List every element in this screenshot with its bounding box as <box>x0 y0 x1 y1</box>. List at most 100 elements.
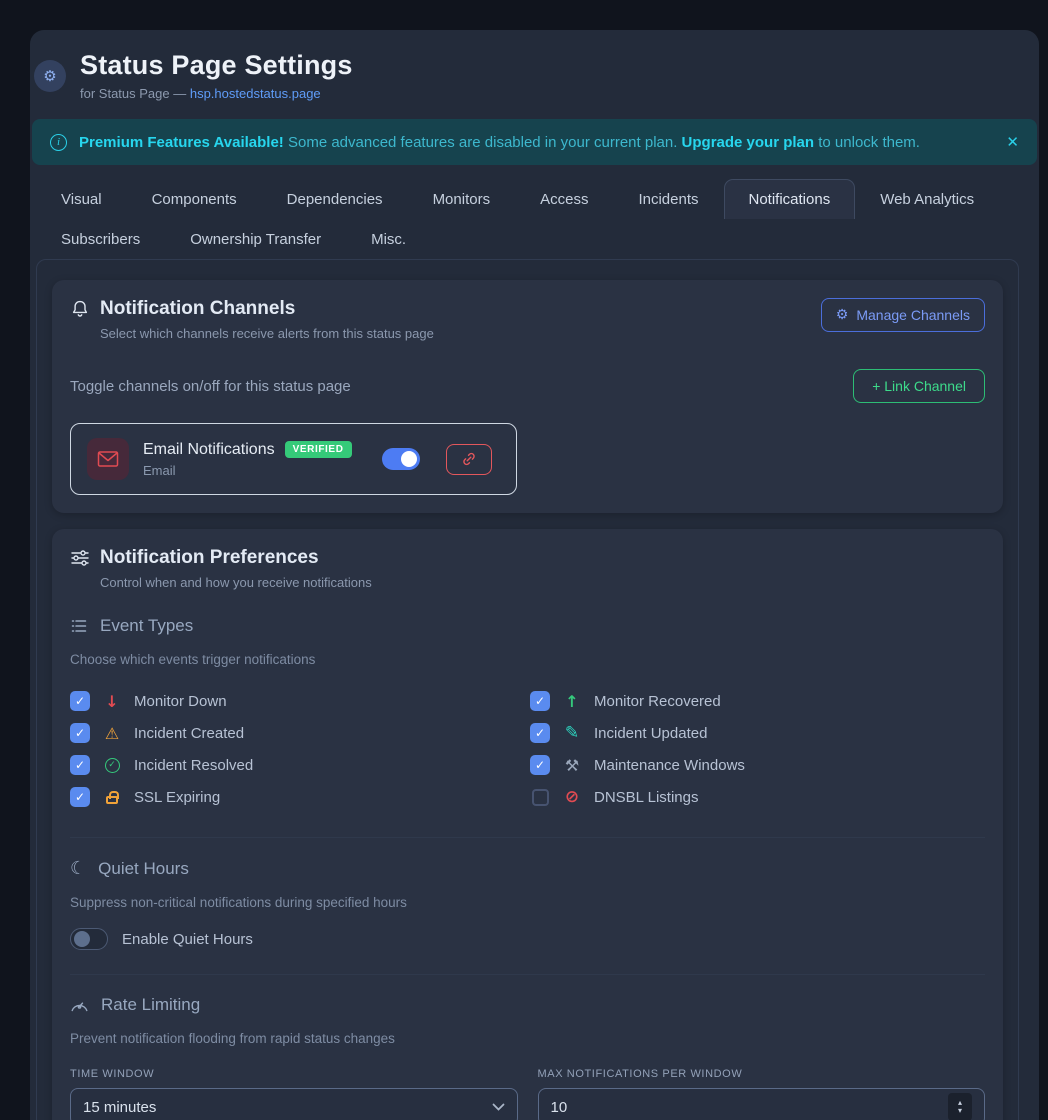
event-dnsbl-listings: ⊘ DNSBL Listings <box>530 787 985 807</box>
channels-title: Notification Channels <box>100 298 295 320</box>
arrow-up-icon: ↑ <box>562 692 582 711</box>
moon-icon: ☾ <box>70 858 86 879</box>
max-notifications-field: ▴ ▾ <box>538 1088 986 1120</box>
checkbox-ssl-expiring[interactable]: ✓ <box>70 787 90 807</box>
tab-access[interactable]: Access <box>515 179 613 219</box>
link-channel-button[interactable]: + Link Channel <box>853 369 985 403</box>
stepper-down-icon[interactable]: ▾ <box>958 1107 962 1115</box>
event-label: Monitor Recovered <box>594 693 721 710</box>
event-label: Monitor Down <box>134 693 227 710</box>
notification-preferences-card: Notification Preferences Control when an… <box>52 529 1003 1120</box>
email-channel-card: Email Notifications VERIFIED Email <box>70 423 517 495</box>
channels-subtitle: Select which channels receive alerts fro… <box>100 326 434 341</box>
manage-channels-button[interactable]: ⚙ Manage Channels <box>821 298 985 332</box>
event-label: Incident Resolved <box>134 757 253 774</box>
event-label: Incident Created <box>134 725 244 742</box>
tools-icon: ⚒ <box>562 756 582 775</box>
envelope-icon <box>97 450 119 468</box>
close-icon[interactable]: ✕ <box>1006 133 1019 151</box>
checkbox-maintenance-windows[interactable]: ✓ <box>530 755 550 775</box>
event-label: Maintenance Windows <box>594 757 745 774</box>
channel-name: Email Notifications <box>143 441 275 459</box>
warning-triangle-icon: ⚠ <box>102 724 122 743</box>
tab-ownership-transfer[interactable]: Ownership Transfer <box>165 219 346 259</box>
gauge-icon <box>70 997 89 1013</box>
event-ssl-expiring: ✓ SSL Expiring <box>70 787 530 807</box>
pencil-icon: ✎ <box>562 723 582 743</box>
sliders-icon <box>70 548 90 568</box>
notifications-tab-panel: Notification Channels Select which chann… <box>36 259 1019 1120</box>
tab-monitors[interactable]: Monitors <box>408 179 516 219</box>
checkbox-incident-created[interactable]: ✓ <box>70 723 90 743</box>
rate-limiting-description: Prevent notification flooding from rapid… <box>70 1031 985 1046</box>
page-subtitle: for Status Page — hsp.hostedstatus.page <box>80 86 353 101</box>
tab-misc[interactable]: Misc. <box>346 219 431 259</box>
notification-channels-card: Notification Channels Select which chann… <box>52 280 1003 513</box>
tab-components[interactable]: Components <box>127 179 262 219</box>
banner-suffix: to unlock them. <box>814 134 920 151</box>
quiet-hours-title: Quiet Hours <box>98 859 189 879</box>
event-monitor-recovered: ✓ ↑ Monitor Recovered <box>530 691 985 711</box>
email-icon-tile <box>87 438 129 480</box>
event-label: DNSBL Listings <box>594 789 699 806</box>
tab-bar: Visual Components Dependencies Monitors … <box>36 179 1019 259</box>
preferences-title: Notification Preferences <box>100 547 319 569</box>
page-title: Status Page Settings <box>80 50 353 81</box>
tab-visual[interactable]: Visual <box>36 179 127 219</box>
tab-web-analytics[interactable]: Web Analytics <box>855 179 999 219</box>
event-incident-updated: ✓ ✎ Incident Updated <box>530 723 985 743</box>
checkbox-incident-resolved[interactable]: ✓ <box>70 755 90 775</box>
quiet-hours-description: Suppress non-critical notifications duri… <box>70 895 985 910</box>
enable-quiet-hours-label: Enable Quiet Hours <box>122 931 253 948</box>
lock-icon <box>106 796 118 804</box>
enable-quiet-hours-toggle[interactable] <box>70 928 108 950</box>
manage-channels-label: Manage Channels <box>856 307 970 323</box>
event-types-grid: ✓ ↓ Monitor Down ✓ ⚠ Incident Created ✓ … <box>70 685 985 813</box>
arrow-down-icon: ↓ <box>102 692 122 711</box>
info-icon: i <box>50 134 67 151</box>
event-incident-resolved: ✓ ✓ Incident Resolved <box>70 755 530 775</box>
tab-dependencies[interactable]: Dependencies <box>262 179 408 219</box>
check-circle-icon: ✓ <box>105 758 120 773</box>
tab-subscribers[interactable]: Subscribers <box>36 219 165 259</box>
bell-icon <box>70 299 90 319</box>
checkbox-dnsbl-listings[interactable] <box>532 789 549 806</box>
preferences-subtitle: Control when and how you receive notific… <box>100 575 985 590</box>
event-maintenance-windows: ✓ ⚒ Maintenance Windows <box>530 755 985 775</box>
max-notifications-label: MAX NOTIFICATIONS PER WINDOW <box>538 1068 986 1080</box>
unlink-channel-button[interactable] <box>446 444 492 475</box>
checkbox-monitor-recovered[interactable]: ✓ <box>530 691 550 711</box>
gear-avatar: ⚙ <box>34 60 66 92</box>
toggle-channels-hint: Toggle channels on/off for this status p… <box>70 378 351 395</box>
tab-incidents[interactable]: Incidents <box>613 179 723 219</box>
channel-type: Email <box>143 463 352 478</box>
max-notifications-input[interactable] <box>551 1099 949 1116</box>
email-channel-toggle[interactable] <box>382 448 420 470</box>
upgrade-plan-link[interactable]: Upgrade your plan <box>682 134 815 151</box>
tab-notifications[interactable]: Notifications <box>724 179 856 219</box>
time-window-value: 15 minutes <box>83 1099 156 1116</box>
event-label: SSL Expiring <box>134 789 220 806</box>
section-divider <box>70 837 985 838</box>
event-monitor-down: ✓ ↓ Monitor Down <box>70 691 530 711</box>
banner-text: Premium Features Available! Some advance… <box>79 134 920 151</box>
number-stepper[interactable]: ▴ ▾ <box>948 1093 972 1120</box>
status-page-domain-link[interactable]: hsp.hostedstatus.page <box>190 86 321 101</box>
banner-bold: Premium Features Available! <box>79 134 284 151</box>
time-window-label: TIME WINDOW <box>70 1068 518 1080</box>
settings-window: ⚙ Status Page Settings for Status Page —… <box>30 30 1039 1120</box>
no-entry-icon: ⊘ <box>562 787 582 807</box>
gear-icon: ⚙ <box>43 67 56 85</box>
chain-link-icon <box>461 451 477 467</box>
section-divider <box>70 974 985 975</box>
gear-icon: ⚙ <box>836 307 849 323</box>
event-label: Incident Updated <box>594 725 707 742</box>
event-types-title: Event Types <box>100 616 193 636</box>
checkbox-incident-updated[interactable]: ✓ <box>530 723 550 743</box>
rate-limiting-title: Rate Limiting <box>101 995 200 1015</box>
banner-middle: Some advanced features are disabled in y… <box>284 134 682 151</box>
page-header: ⚙ Status Page Settings for Status Page —… <box>30 30 1039 111</box>
subtitle-prefix: for Status Page — <box>80 86 190 101</box>
checkbox-monitor-down[interactable]: ✓ <box>70 691 90 711</box>
time-window-select[interactable]: 15 minutes <box>70 1088 518 1120</box>
